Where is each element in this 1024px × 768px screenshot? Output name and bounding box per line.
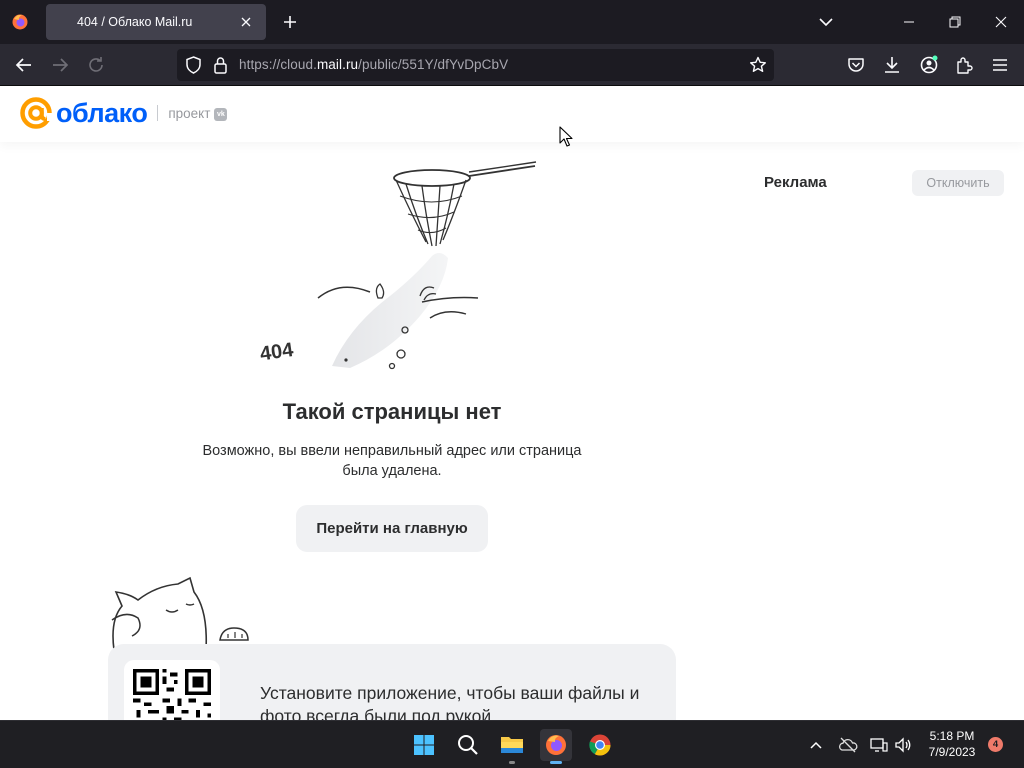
logo-divider [157,105,159,121]
volume-icon[interactable] [893,735,913,755]
pocket-icon[interactable] [845,54,867,76]
chrome-icon[interactable] [584,729,616,761]
taskbar-active-indicator [550,761,562,764]
minimize-icon[interactable] [886,0,932,44]
file-explorer-icon[interactable] [496,729,528,764]
windows-start-icon[interactable] [408,729,440,761]
search-icon[interactable] [452,729,484,761]
illustration-404-label: 404 [259,339,296,366]
go-home-button[interactable]: Перейти на главную [296,505,488,552]
url-prefix: https://cloud. [239,57,317,72]
menu-icon[interactable] [989,54,1011,76]
address-bar[interactable]: https://cloud.mail.ru/public/551Y/dfYvDp… [177,49,774,81]
ad-label: Реклама [764,174,827,191]
network-icon[interactable] [869,735,889,755]
extensions-icon[interactable] [953,54,975,76]
shield-icon[interactable] [185,56,202,79]
cloud-logo[interactable]: облако проект vk [19,96,228,130]
windows-taskbar: 5:18 PM 7/9/2023 4 [0,720,1024,768]
bookmark-star-icon[interactable] [749,56,767,79]
logo-text: облако [56,97,148,128]
promo-text: Установите приложение, чтобы ваши файлы … [260,683,640,720]
site-header: облако проект vk [0,86,1024,142]
page-title: Такой страницы нет [282,399,502,424]
qr-code-container [124,660,220,720]
app-promo-banner: Установите приложение, чтобы ваши файлы … [108,644,676,720]
disable-ads-button[interactable]: Отключить [912,170,1004,196]
browser-toolbar: https://cloud.mail.ru/public/551Y/dfYvDp… [0,44,1024,86]
reload-icon[interactable] [85,54,107,76]
close-tab-icon[interactable] [238,14,254,30]
mouse-cursor-icon [559,126,573,147]
at-sign-icon [20,97,53,129]
qr-code-icon [133,669,211,720]
account-icon[interactable] [918,54,940,76]
clock-time: 5:18 PM [929,729,975,743]
tab-title: 404 / Облако Mail.ru [77,15,193,29]
logo-project-label: проект [168,105,211,121]
restore-icon[interactable] [932,0,978,44]
new-tab-icon[interactable] [280,12,300,32]
close-window-icon[interactable] [978,0,1024,44]
vk-icon: vk [214,107,228,121]
firefox-taskbar-icon[interactable] [540,729,572,764]
error-description: Возможно, вы ввели неправильный адрес ил… [202,443,582,479]
url-host: mail.ru [316,57,359,72]
system-clock[interactable]: 5:18 PM 7/9/2023 [918,728,986,760]
notification-badge[interactable]: 4 [988,737,1003,752]
url-text[interactable]: https://cloud.mail.ru/public/551Y/dfYvDp… [239,57,508,72]
firefox-view-icon[interactable] [8,10,32,34]
browser-tab-bar: 404 / Облако Mail.ru [0,0,1024,44]
list-all-tabs-icon[interactable] [817,13,835,31]
clock-date: 7/9/2023 [928,745,976,759]
forward-arrow-icon[interactable] [49,54,71,76]
onedrive-offline-icon[interactable] [838,735,858,755]
fish-net-illustration: 404 [259,161,537,370]
download-icon[interactable] [881,54,903,76]
lock-icon[interactable] [213,56,228,79]
back-arrow-icon[interactable] [13,54,35,76]
page-content: облако проект vk 404 Такой страницы нет … [0,86,1024,720]
url-path: /public/551Y/dfYvDpCbV [358,57,509,72]
browser-tab[interactable]: 404 / Облако Mail.ru [46,4,266,40]
show-hidden-icons-chevron-icon[interactable] [806,735,826,755]
cat-illustration [111,576,249,650]
taskbar-indicator [509,761,515,764]
